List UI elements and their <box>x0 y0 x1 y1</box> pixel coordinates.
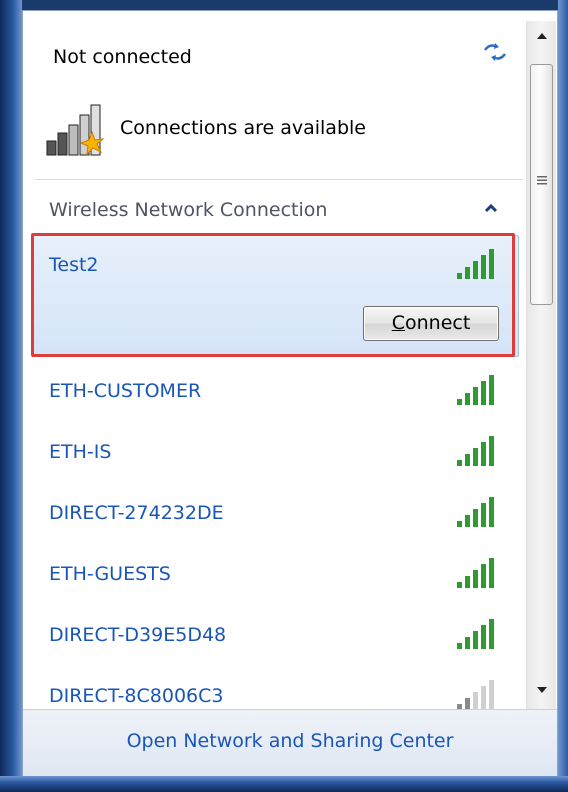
signal-strength-icon <box>457 249 494 279</box>
signal-strength-icon <box>457 558 494 588</box>
scroll-thumb[interactable] <box>530 64 553 305</box>
scroll-up-icon[interactable] <box>527 21 557 51</box>
network-name: DIRECT-D39E5D48 <box>49 624 227 646</box>
section-divider <box>35 179 523 180</box>
signal-strength-icon <box>457 436 494 466</box>
chevron-up-icon[interactable] <box>483 201 499 215</box>
network-popup: Not connected Connections are available … <box>22 10 558 776</box>
network-name: DIRECT-8C8006C3 <box>49 685 224 707</box>
network-name: ETH-IS <box>49 441 112 463</box>
selected-network-name: Test2 <box>49 254 99 276</box>
frame-left-edge <box>0 0 22 792</box>
open-network-sharing-center-link[interactable]: Open Network and Sharing Center <box>23 730 557 752</box>
refresh-icon[interactable] <box>482 41 508 63</box>
frame-bottom-edge <box>0 776 568 792</box>
connect-button[interactable]: Connect <box>363 306 499 341</box>
frame-right-edge <box>558 0 568 792</box>
connections-available-text: Connections are available <box>120 117 366 139</box>
scrollbar[interactable] <box>526 21 556 709</box>
wireless-section-title: Wireless Network Connection <box>49 199 328 221</box>
network-name: ETH-GUESTS <box>49 563 171 585</box>
wireless-connections-icon <box>46 104 105 156</box>
connection-status-title: Not connected <box>53 46 192 68</box>
footer: Open Network and Sharing Center <box>23 709 557 776</box>
network-name: DIRECT-274232DE <box>49 502 224 524</box>
signal-strength-icon <box>457 497 494 527</box>
grip-icon <box>537 176 547 185</box>
signal-strength-icon <box>457 375 494 405</box>
signal-strength-icon <box>457 680 494 710</box>
network-name: ETH-CUSTOMER <box>49 380 202 402</box>
scroll-down-icon[interactable] <box>527 675 557 705</box>
signal-strength-icon <box>457 619 494 649</box>
